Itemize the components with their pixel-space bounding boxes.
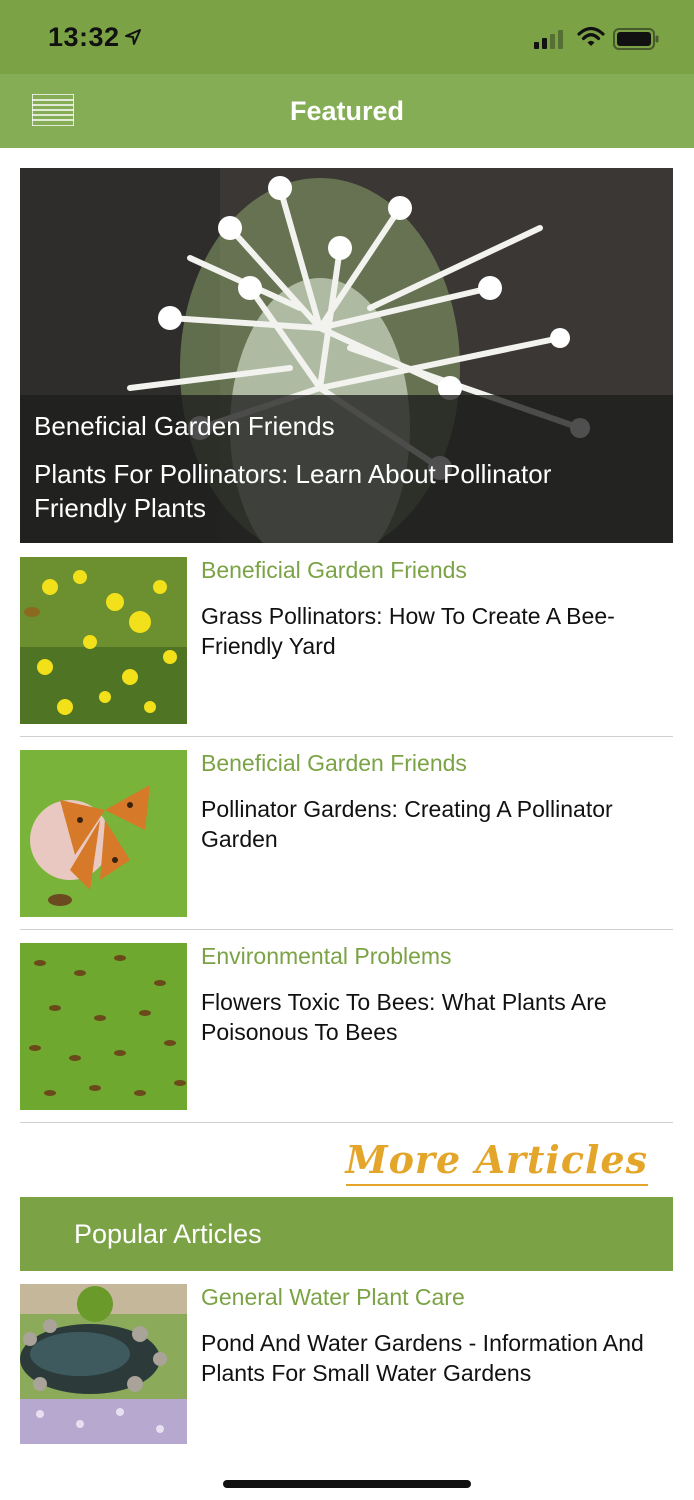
article-category: General Water Plant Care: [201, 1284, 465, 1310]
article-title[interactable]: Grass Pollinators: How To Create A Bee-F…: [201, 601, 666, 661]
pond-garden-image: [20, 1284, 187, 1444]
article-thumbnail: [20, 943, 187, 1110]
hero-title[interactable]: Plants For Pollinators: Learn About Poll…: [34, 457, 644, 525]
battery-icon: [613, 28, 659, 50]
wifi-icon: [577, 26, 605, 46]
article-title[interactable]: Pond And Water Gardens - Information And…: [201, 1328, 666, 1388]
article-title[interactable]: Flowers Toxic To Bees: What Plants Are P…: [201, 987, 666, 1047]
article-list-item[interactable]: Environmental Problems Flowers Toxic To …: [20, 943, 673, 1136]
article-category: Environmental Problems: [201, 943, 452, 969]
article-list-item[interactable]: Beneficial Garden Friends Pollinator Gar…: [20, 750, 673, 943]
status-time: 13:32: [48, 22, 120, 52]
divider: [20, 929, 673, 930]
popular-article-item[interactable]: General Water Plant Care Pond And Water …: [20, 1284, 673, 1477]
featured-hero-card[interactable]: Beneficial Garden Friends Plants For Pol…: [20, 168, 673, 543]
article-category: Beneficial Garden Friends: [201, 557, 467, 583]
article-category: Beneficial Garden Friends: [201, 750, 467, 776]
article-thumbnail: [20, 557, 187, 724]
article-thumbnail: [20, 750, 187, 917]
page-title: Featured: [289, 96, 405, 126]
home-indicator[interactable]: [223, 1480, 471, 1488]
article-title[interactable]: Pollinator Gardens: Creating A Pollinato…: [201, 794, 666, 854]
nav-bar: Featured: [0, 74, 694, 148]
more-articles-link[interactable]: More Articles: [345, 1136, 648, 1186]
popular-articles-label: Popular Articles: [74, 1219, 262, 1249]
menu-icon[interactable]: [32, 94, 74, 126]
article-list-item[interactable]: Beneficial Garden Friends Grass Pollinat…: [20, 557, 673, 750]
butterfly-image: [20, 750, 187, 917]
location-arrow-icon: [125, 29, 141, 45]
divider: [20, 1122, 673, 1123]
hero-category: Beneficial Garden Friends: [34, 411, 335, 441]
cellular-signal-icon: [534, 30, 563, 49]
popular-articles-header: Popular Articles: [20, 1197, 673, 1271]
bees-swarm-image: [20, 943, 187, 1110]
yellow-flowers-image: [20, 557, 187, 724]
status-bar: 13:32: [0, 0, 694, 74]
article-thumbnail: [20, 1284, 187, 1444]
divider: [20, 736, 673, 737]
